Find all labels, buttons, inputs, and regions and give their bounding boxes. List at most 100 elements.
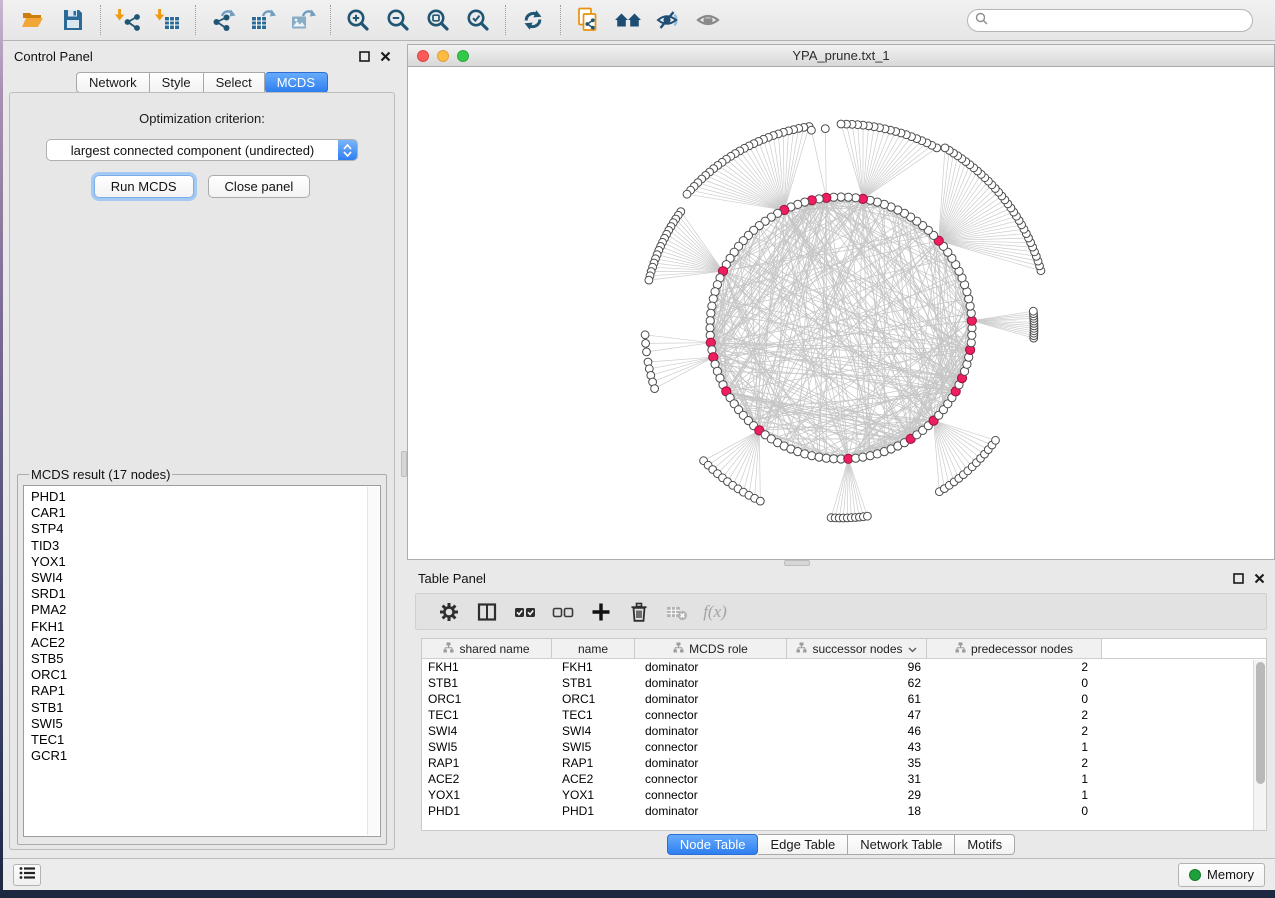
tab-mcds[interactable]: MCDS (265, 72, 328, 93)
mcds-result-item[interactable]: SRD1 (31, 586, 366, 602)
vertical-split-divider[interactable] (401, 44, 407, 858)
tab-edge-table[interactable]: Edge Table (758, 834, 848, 855)
graph-node[interactable] (808, 452, 816, 460)
share-network-icon[interactable] (570, 3, 606, 37)
float-panel-icon[interactable] (358, 50, 370, 62)
deselect-all-icon[interactable] (544, 597, 582, 627)
refresh-icon[interactable] (515, 3, 551, 37)
zoom-in-icon[interactable] (340, 3, 376, 37)
graph-node[interactable] (683, 190, 691, 198)
zoom-selected-icon[interactable] (460, 3, 496, 37)
graph-node[interactable] (859, 453, 867, 461)
table-row[interactable]: ORC1ORC1dominator610 (422, 691, 1266, 707)
graph-node[interactable] (1029, 307, 1037, 315)
save-session-icon[interactable] (55, 3, 91, 37)
show-all-icon[interactable] (690, 3, 726, 37)
function-builder-icon[interactable]: f(x) (696, 597, 734, 627)
delete-columns-icon[interactable] (620, 597, 658, 627)
graph-node[interactable] (756, 497, 764, 505)
window-close-icon[interactable] (417, 50, 429, 62)
memory-button[interactable]: Memory (1178, 863, 1265, 887)
mcds-result-item[interactable]: STP4 (31, 521, 366, 537)
table-row[interactable]: ACE2ACE2connector311 (422, 771, 1266, 787)
divider-grip[interactable] (401, 451, 407, 477)
graph-node[interactable] (642, 340, 650, 348)
create-column-icon[interactable] (582, 597, 620, 627)
mcds-result-item[interactable]: STB1 (31, 700, 366, 716)
mcds-result-item[interactable]: YOX1 (31, 554, 366, 570)
import-network-icon[interactable] (110, 3, 146, 37)
graph-node[interactable] (808, 126, 816, 134)
table-row[interactable]: STB1STB1dominator620 (422, 675, 1266, 691)
tab-style[interactable]: Style (150, 72, 204, 93)
export-network-icon[interactable] (205, 3, 241, 37)
import-table-icon[interactable] (150, 3, 186, 37)
mcds-result-item[interactable]: PMA2 (31, 602, 366, 618)
tab-node-table[interactable]: Node Table (667, 834, 759, 855)
table-scrollbar-thumb[interactable] (1256, 662, 1265, 784)
tab-network-table[interactable]: Network Table (848, 834, 955, 855)
mcds-list-scrollbar[interactable] (367, 487, 379, 835)
select-all-icon[interactable] (506, 597, 544, 627)
graph-node[interactable] (641, 331, 649, 339)
table-scrollbar[interactable] (1253, 660, 1266, 830)
divider-grip[interactable] (784, 560, 810, 566)
export-table-icon[interactable] (245, 3, 281, 37)
open-file-icon[interactable] (15, 3, 51, 37)
tab-select[interactable]: Select (204, 72, 265, 93)
graph-node[interactable] (968, 331, 976, 339)
mcds-result-item[interactable]: TEC1 (31, 732, 366, 748)
graph-node[interactable] (837, 120, 845, 128)
first-neighbors-icon[interactable] (610, 3, 646, 37)
horizontal-split-divider[interactable] (407, 560, 1275, 566)
graph-node[interactable] (992, 436, 1000, 444)
graph-node[interactable] (651, 385, 659, 393)
table-row[interactable]: YOX1YOX1connector291 (422, 787, 1266, 803)
network-canvas[interactable] (408, 67, 1274, 559)
graph-node[interactable] (821, 125, 829, 133)
hide-selected-icon[interactable] (650, 3, 686, 37)
mcds-result-list[interactable]: PHD1CAR1STP4TID3YOX1SWI4SRD1PMA2FKH1ACE2… (23, 485, 381, 837)
mcds-result-item[interactable]: FKH1 (31, 619, 366, 635)
table-row[interactable]: TEC1TEC1connector472 (422, 707, 1266, 723)
window-maximize-icon[interactable] (457, 50, 469, 62)
graph-node[interactable] (645, 276, 653, 284)
mcds-result-item[interactable]: RAP1 (31, 683, 366, 699)
table-row[interactable]: RAP1RAP1dominator352 (422, 755, 1266, 771)
table-row[interactable]: PHD1PHD1dominator180 (422, 803, 1266, 819)
graph-node[interactable] (966, 302, 974, 310)
mcds-result-item[interactable]: SWI4 (31, 570, 366, 586)
run-mcds-button[interactable]: Run MCDS (94, 175, 194, 198)
task-history-button[interactable] (13, 864, 41, 886)
table-row[interactable]: FKH1FKH1dominator962 (422, 659, 1266, 675)
mcds-result-item[interactable]: GCR1 (31, 748, 366, 764)
zoom-out-icon[interactable] (380, 3, 416, 37)
table-row[interactable]: SWI5SWI5connector431 (422, 739, 1266, 755)
search-field[interactable] (967, 9, 1253, 32)
delete-table-icon[interactable] (658, 597, 696, 627)
mcds-result-item[interactable]: PHD1 (31, 489, 366, 505)
mcds-result-item[interactable]: ACE2 (31, 635, 366, 651)
zoom-fit-icon[interactable] (420, 3, 456, 37)
show-column-icon[interactable] (468, 597, 506, 627)
float-panel-icon[interactable] (1232, 572, 1244, 584)
graph-node[interactable] (709, 295, 717, 303)
column-header-predecessor-nodes[interactable]: predecessor nodes (927, 639, 1102, 658)
column-header-shared-name[interactable]: shared name (422, 639, 552, 658)
table-row[interactable]: SWI4SWI4dominator462 (422, 723, 1266, 739)
graph-node[interactable] (864, 512, 872, 520)
column-header-name[interactable]: name (552, 639, 635, 658)
close-panel-icon[interactable] (1253, 572, 1265, 584)
graph-node[interactable] (643, 348, 651, 356)
mcds-result-item[interactable]: CAR1 (31, 505, 366, 521)
graph-node[interactable] (941, 144, 949, 152)
mcds-result-item[interactable]: STB5 (31, 651, 366, 667)
table-settings-icon[interactable] (430, 597, 468, 627)
column-header-mcds-role[interactable]: MCDS role (635, 639, 787, 658)
column-header-successor-nodes[interactable]: successor nodes (787, 639, 927, 658)
optimization-criterion-select[interactable]: largest connected component (undirected) (46, 139, 358, 161)
mcds-result-item[interactable]: SWI5 (31, 716, 366, 732)
tab-network[interactable]: Network (76, 72, 150, 93)
mcds-result-item[interactable]: ORC1 (31, 667, 366, 683)
mcds-result-item[interactable]: TID3 (31, 538, 366, 554)
